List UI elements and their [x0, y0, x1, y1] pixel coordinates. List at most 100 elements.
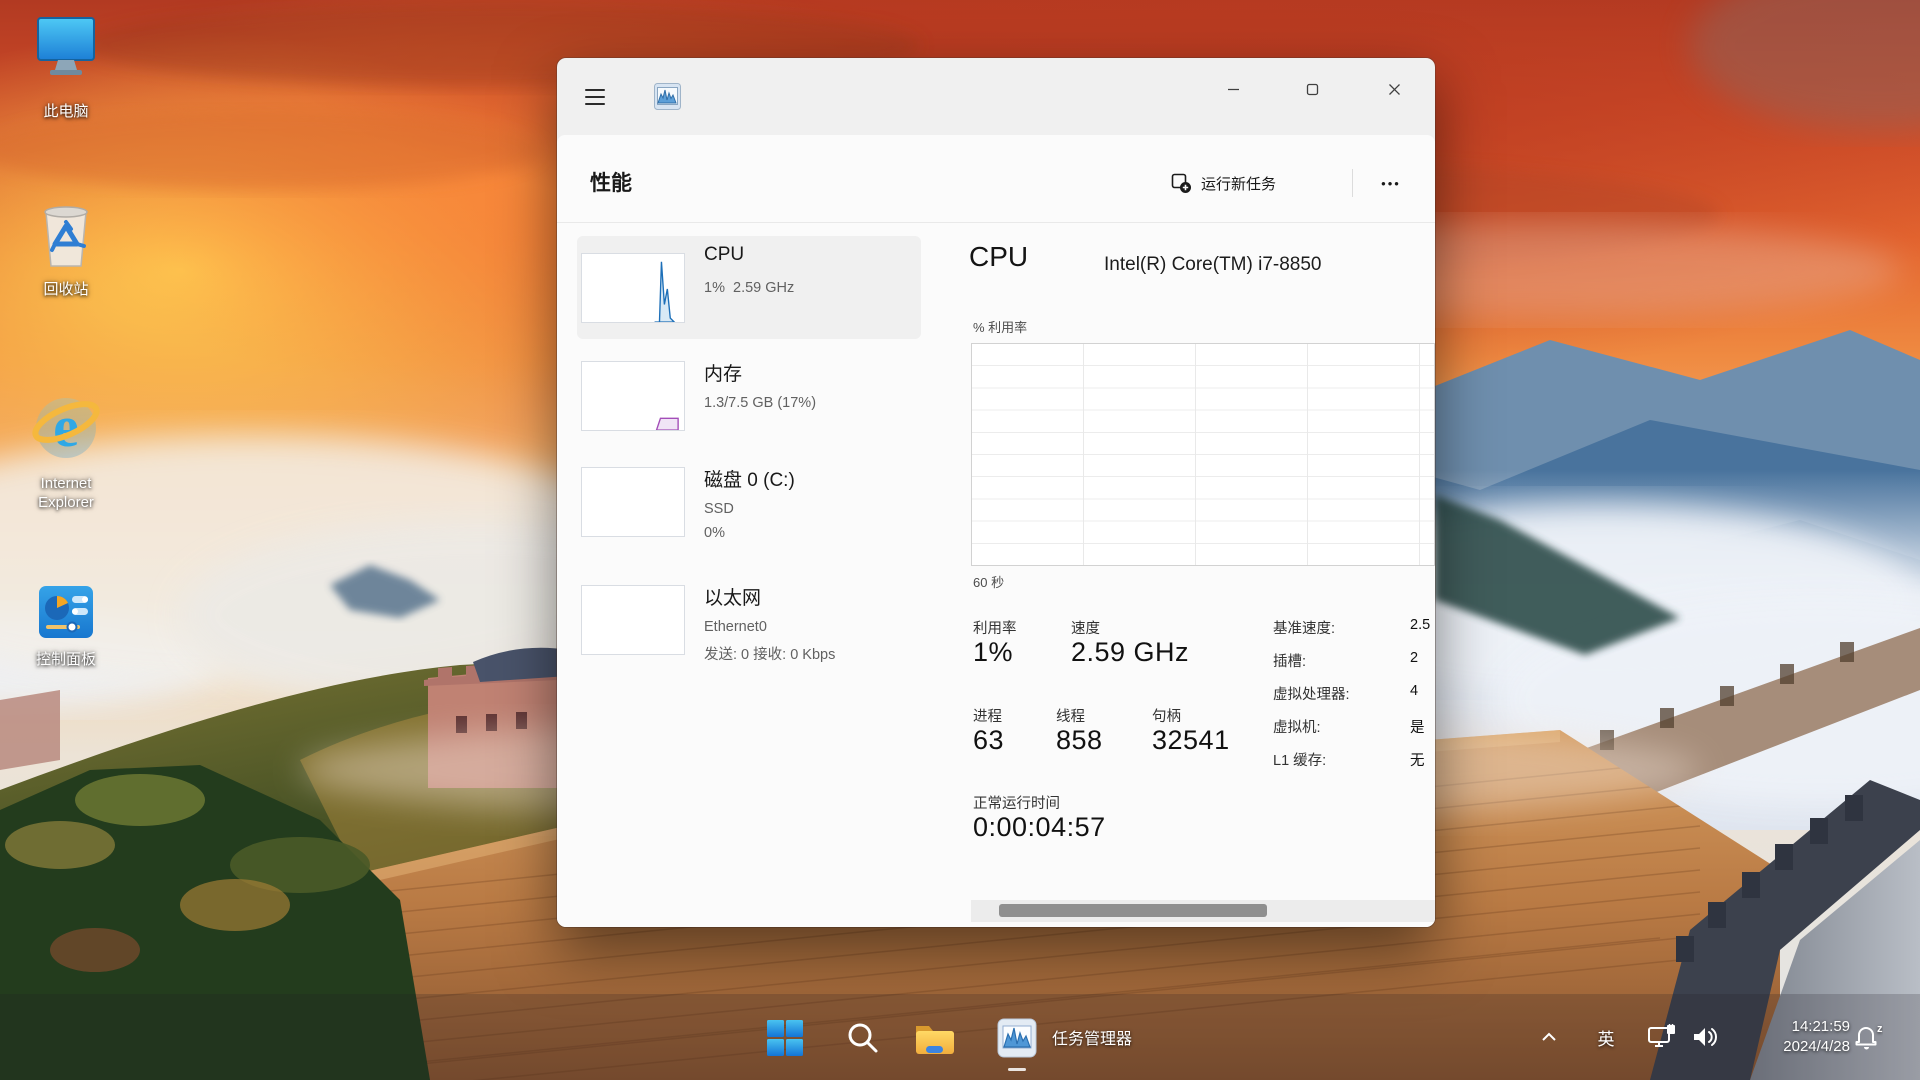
control-panel-icon	[39, 586, 93, 638]
run-new-task-label: 运行新任务	[1201, 175, 1277, 193]
card-sub: 1% 2.59 GHz	[704, 280, 795, 296]
card-title: CPU	[704, 244, 745, 265]
hamburger-menu-icon[interactable]	[585, 89, 605, 105]
sysinfo-value: 2.5	[1410, 617, 1431, 633]
cpu-mini-chart	[581, 253, 685, 323]
tray-clock[interactable]: 14:21:59 2024/4/28	[1738, 1014, 1850, 1060]
ethernet-mini-chart	[581, 585, 685, 655]
detail-title: CPU	[969, 241, 1029, 272]
processes-value: 63	[973, 725, 1005, 755]
desktop-icon-label: 控制面板	[35, 651, 96, 668]
sysinfo-label: 基准速度:	[1273, 621, 1336, 637]
window-content: 性能 运行新任务 ••• CPU 1% 2.59 GHz 内存 1.3/7.5 …	[557, 135, 1435, 927]
page-title: 性能	[590, 172, 632, 195]
tray-chevron-up[interactable]	[1534, 1022, 1564, 1052]
card-title: 以太网	[704, 588, 762, 609]
sysinfo-label: L1 缓存:	[1273, 753, 1327, 769]
disk-mini-chart	[581, 467, 685, 537]
desktop-icon-label: Internet Explorer	[38, 475, 94, 511]
card-title: 内存	[704, 364, 743, 385]
threads-value: 858	[1056, 725, 1103, 755]
task-manager-window: 性能 运行新任务 ••• CPU 1% 2.59 GHz 内存 1.3/7.5 …	[557, 58, 1435, 927]
sysinfo-value: 是	[1410, 720, 1425, 736]
more-options-button[interactable]: •••	[1365, 163, 1417, 203]
start-button[interactable]	[763, 1016, 807, 1060]
tray-time: 14:21:59	[1791, 1018, 1850, 1035]
search-icon	[848, 1023, 878, 1053]
maximize-button[interactable]	[1289, 70, 1335, 108]
sysinfo-label: 虚拟处理器:	[1273, 687, 1350, 703]
bell-dnd-icon: z	[1855, 1023, 1883, 1050]
card-sub: SSD	[704, 501, 734, 517]
horizontal-scrollbar[interactable]	[971, 900, 1435, 922]
uptime-value: 0:00:04:57	[973, 812, 1106, 842]
sysinfo-value: 4	[1410, 683, 1419, 699]
chart-y-axis-label: % 利用率	[973, 320, 1028, 335]
perf-card-ethernet[interactable]: 以太网 Ethernet0 发送: 0 接收: 0 Kbps	[577, 575, 921, 667]
sysinfo-label: 插槽:	[1273, 654, 1307, 670]
card-title: 磁盘 0 (C:)	[704, 470, 795, 491]
recycle-bin-icon	[44, 206, 88, 267]
chevron-up-icon	[1542, 1032, 1556, 1041]
scrollbar-thumb[interactable]	[999, 904, 1267, 917]
desktop-icon-internet-explorer[interactable]: e Internet Explorer	[8, 382, 124, 512]
desktop-icon-label: 此电脑	[43, 103, 89, 120]
perf-card-memory[interactable]: 内存 1.3/7.5 GB (17%)	[577, 351, 921, 441]
speaker-icon	[1694, 1028, 1717, 1046]
sysinfo-row: 虚拟处理器: 4	[1273, 683, 1435, 716]
sysinfo-row: 插槽: 2	[1273, 650, 1435, 683]
sysinfo-row: 基准速度: 2.5	[1273, 617, 1435, 650]
handles-value: 32541	[1152, 725, 1230, 755]
perf-card-cpu[interactable]: CPU 1% 2.59 GHz	[577, 236, 921, 339]
task-manager-taskbar-label[interactable]: 任务管理器	[1052, 1025, 1132, 1049]
desktop-icon-label: 回收站	[43, 281, 89, 298]
running-app-indicator	[1008, 1068, 1026, 1071]
run-new-task-button[interactable]: 运行新任务	[1161, 163, 1347, 203]
processes-label: 进程	[973, 709, 1002, 725]
tray-ime-indicator[interactable]: 英	[1590, 1020, 1622, 1054]
memory-mini-chart	[581, 361, 685, 431]
desktop-icon-recycle-bin[interactable]: 回收站	[8, 196, 124, 299]
speed-value: 2.59 GHz	[1071, 637, 1190, 667]
header-divider	[557, 222, 1435, 223]
util-label: 利用率	[973, 621, 1017, 637]
desktop-icon-this-pc[interactable]: 此电脑	[8, 14, 124, 121]
internet-explorer-icon: e	[32, 394, 100, 459]
desktop-icon-control-panel[interactable]: 控制面板	[8, 578, 124, 669]
uptime-label: 正常运行时间	[973, 796, 1060, 812]
card-sub: 1.3/7.5 GB (17%)	[704, 395, 817, 411]
svg-text:z: z	[1877, 1023, 1883, 1035]
search-button[interactable]	[841, 1016, 885, 1060]
tray-volume[interactable]	[1686, 1020, 1726, 1054]
speed-label: 速度	[1071, 621, 1100, 637]
threads-label: 线程	[1056, 709, 1085, 725]
handles-label: 句柄	[1152, 709, 1181, 725]
toolbar-divider	[1352, 169, 1353, 197]
tray-network[interactable]	[1642, 1020, 1682, 1054]
task-manager-taskbar-button[interactable]	[995, 1016, 1039, 1060]
sysinfo-value: 2	[1410, 650, 1419, 666]
card-sub2: 发送: 0 接收: 0 Kbps	[704, 647, 836, 663]
tray-date: 2024/4/28	[1783, 1038, 1850, 1055]
tray-notifications[interactable]: z	[1848, 1020, 1888, 1054]
task-manager-app-icon	[654, 83, 681, 110]
minimize-button[interactable]	[1210, 70, 1256, 108]
window-titlebar[interactable]	[557, 58, 1435, 135]
sysinfo-row: 虚拟机: 是	[1273, 716, 1435, 749]
close-button[interactable]	[1371, 70, 1417, 108]
windows-logo-icon	[767, 1020, 803, 1056]
network-icon	[1648, 1024, 1675, 1047]
task-manager-icon	[997, 1018, 1037, 1058]
sysinfo-value: 无	[1410, 753, 1425, 769]
taskbar: 任务管理器 英 14:21:59 2024/4/28 z	[0, 994, 1920, 1080]
cpu-usage-chart	[971, 343, 1435, 566]
card-sub2: 0%	[704, 525, 725, 541]
this-pc-icon	[37, 17, 95, 75]
card-sub: Ethernet0	[704, 619, 767, 635]
folder-icon	[916, 1026, 954, 1054]
chart-x-axis-label: 60 秒	[973, 575, 1005, 590]
perf-card-disk[interactable]: 磁盘 0 (C:) SSD 0%	[577, 457, 921, 557]
file-explorer-button[interactable]	[913, 1016, 957, 1060]
util-value: 1%	[973, 637, 1014, 667]
new-task-icon	[1171, 173, 1191, 193]
